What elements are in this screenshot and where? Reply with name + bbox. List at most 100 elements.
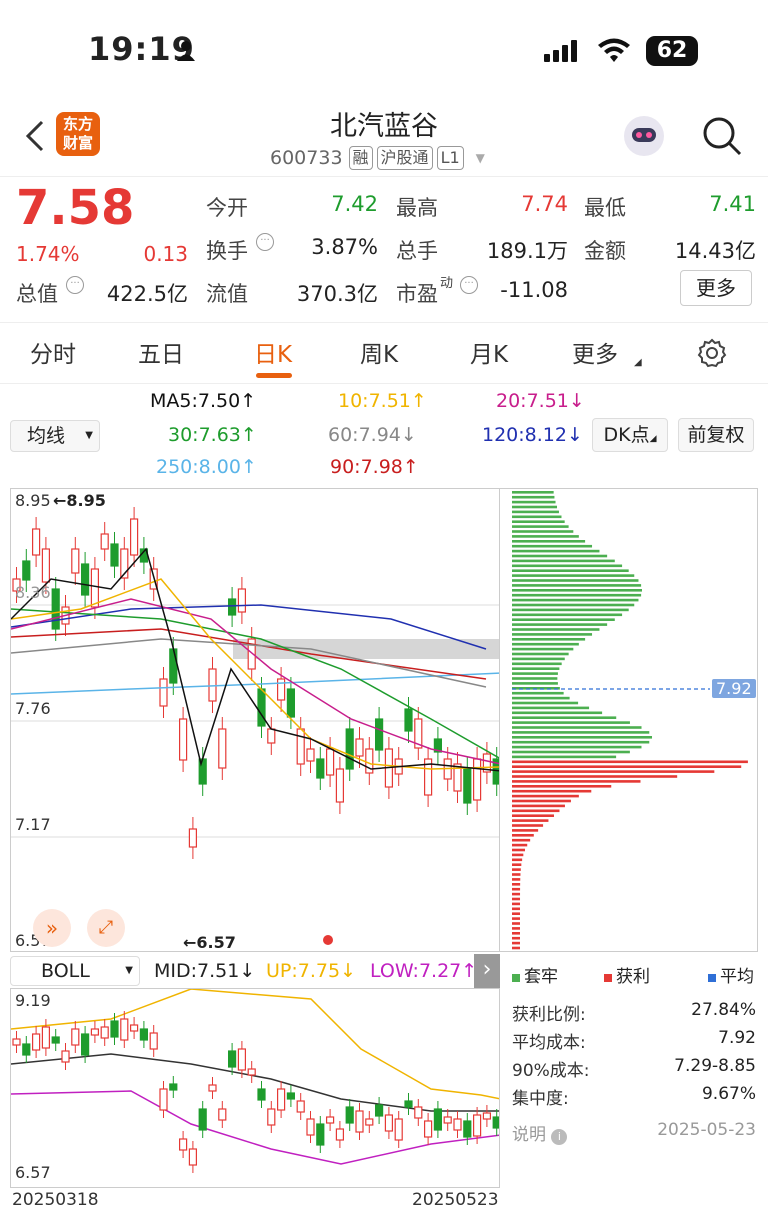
chip-bar [512, 500, 556, 504]
pe-value: -11.08 [500, 278, 568, 302]
candle-body [345, 728, 354, 770]
tab-intraday[interactable]: 分时 [30, 335, 76, 369]
chip-bar [512, 647, 574, 651]
stock-subtitle: 600733 融 沪股通 L1 ▼ [270, 146, 485, 170]
chip-bar [512, 897, 521, 901]
boll-mid-band [11, 1053, 499, 1112]
kline-chart[interactable]: 8.95 8.36 7.76 7.17 6.57 ←8.95 ←6.57 » ⤢ [10, 488, 500, 952]
arrow-up-icon: ↑ [240, 424, 257, 446]
candle-body [247, 1068, 256, 1076]
amount-value: 14.43亿 [674, 239, 756, 263]
chip-bar [512, 505, 558, 509]
candle-body [345, 1106, 354, 1124]
candle-body [326, 748, 335, 776]
candle-body [404, 1100, 413, 1108]
candle-body [492, 1116, 499, 1129]
chip-distribution[interactable]: 7.92 [500, 488, 758, 952]
low-label: 最低 [584, 196, 626, 220]
chip-bar [512, 495, 555, 499]
moving-average-line [11, 598, 499, 765]
candle-body [482, 1112, 491, 1120]
tab-more[interactable]: 更多 [572, 335, 618, 369]
chip-bar [512, 574, 635, 577]
battery-icon: 62 [646, 36, 698, 66]
chip-bar [512, 814, 554, 817]
info-icon[interactable]: ··· [256, 233, 274, 251]
search-icon[interactable] [702, 116, 742, 160]
candle-body [443, 1116, 452, 1124]
ma20-value: 20:7.51↓ [496, 390, 585, 412]
expand-icon[interactable]: » [33, 909, 71, 947]
open-value: 7.42 [331, 192, 378, 216]
chip-bar [512, 843, 528, 847]
candle-body [188, 1148, 197, 1166]
candle-body [296, 728, 305, 765]
more-button[interactable]: 更多 [680, 270, 752, 306]
chip-bar [512, 917, 521, 920]
explain-link[interactable]: 说明 i [512, 1120, 568, 1145]
tab-monthly-k[interactable]: 月K [470, 335, 508, 369]
tab-daily-k[interactable]: 日K [254, 335, 292, 369]
chevron-down-icon[interactable]: ▼ [476, 151, 485, 165]
min-price-mark: ←6.57 [183, 933, 236, 952]
ma-select[interactable]: 均线 ▼ [10, 420, 100, 452]
candle-body [306, 1118, 315, 1136]
ma250-value: 250:8.00↑ [156, 456, 257, 478]
ma5-value: MA5:7.50↑ [150, 390, 257, 412]
fullscreen-icon[interactable]: ⤢ [87, 909, 125, 947]
chip-bar [512, 642, 579, 646]
candle-body [208, 1084, 217, 1092]
chevron-down-icon: ▼ [125, 965, 133, 976]
adjust-button[interactable]: 前复权 [678, 418, 754, 452]
candle-body [394, 1118, 403, 1141]
candle-body [159, 1088, 168, 1111]
chip-bar [512, 878, 521, 881]
y-label-4: 7.17 [15, 815, 51, 834]
chip-bar [512, 515, 562, 519]
candle-body [463, 1120, 472, 1138]
boll-up: UP:7.75↓ [266, 960, 356, 982]
candle-body [296, 1100, 305, 1113]
float-cap-label: 流值 [206, 282, 248, 306]
chip-bar [512, 794, 579, 798]
chip-bar [512, 549, 600, 553]
candle-body [404, 708, 413, 732]
chip-bar [512, 638, 586, 641]
info-icon[interactable]: ··· [460, 276, 478, 294]
chip-bar [512, 770, 715, 773]
tag-margin: 融 [348, 146, 373, 170]
candle-body [473, 758, 482, 801]
low-value: 7.41 [709, 192, 756, 216]
robot-assistant-icon[interactable] [622, 114, 666, 162]
gear-icon[interactable] [696, 337, 728, 373]
candle-body [51, 1036, 60, 1044]
volume-label: 总手 [396, 239, 438, 263]
period-tabs: 分时 五日 日K 周K 月K 更多 ◢ [0, 322, 768, 384]
chip-bar [512, 525, 569, 528]
candle-body [169, 648, 178, 684]
boll-mid: MID:7.51↓ [154, 960, 256, 982]
tab-five-day[interactable]: 五日 [138, 335, 184, 369]
concentration-label: 集中度: [512, 1089, 569, 1109]
tab-weekly-k[interactable]: 周K [360, 335, 398, 369]
dk-point-button[interactable]: DK点◢ [592, 418, 668, 452]
chip-bar [512, 628, 600, 631]
chip-bar [512, 922, 521, 925]
chip-bar [512, 579, 639, 582]
chip-bar [512, 726, 642, 729]
active-tab-indicator [256, 373, 292, 378]
boll-select[interactable]: BOLL ▼ [10, 956, 140, 986]
candle-body [120, 1018, 129, 1041]
collapse-arrow-icon[interactable]: › [474, 954, 500, 988]
y-label-3: 7.76 [15, 699, 51, 718]
boll-chart[interactable]: 9.19 6.57 [10, 988, 500, 1188]
chip-bar [512, 799, 571, 803]
arrow-down-icon: ↓ [239, 960, 256, 982]
chip-bar [512, 760, 748, 764]
candle-body [198, 1108, 207, 1131]
info-icon[interactable]: ··· [66, 276, 84, 294]
chip-bar [512, 716, 617, 719]
candle-body [80, 563, 90, 596]
stock-code: 600733 [270, 147, 343, 169]
candle-body [139, 1028, 148, 1041]
